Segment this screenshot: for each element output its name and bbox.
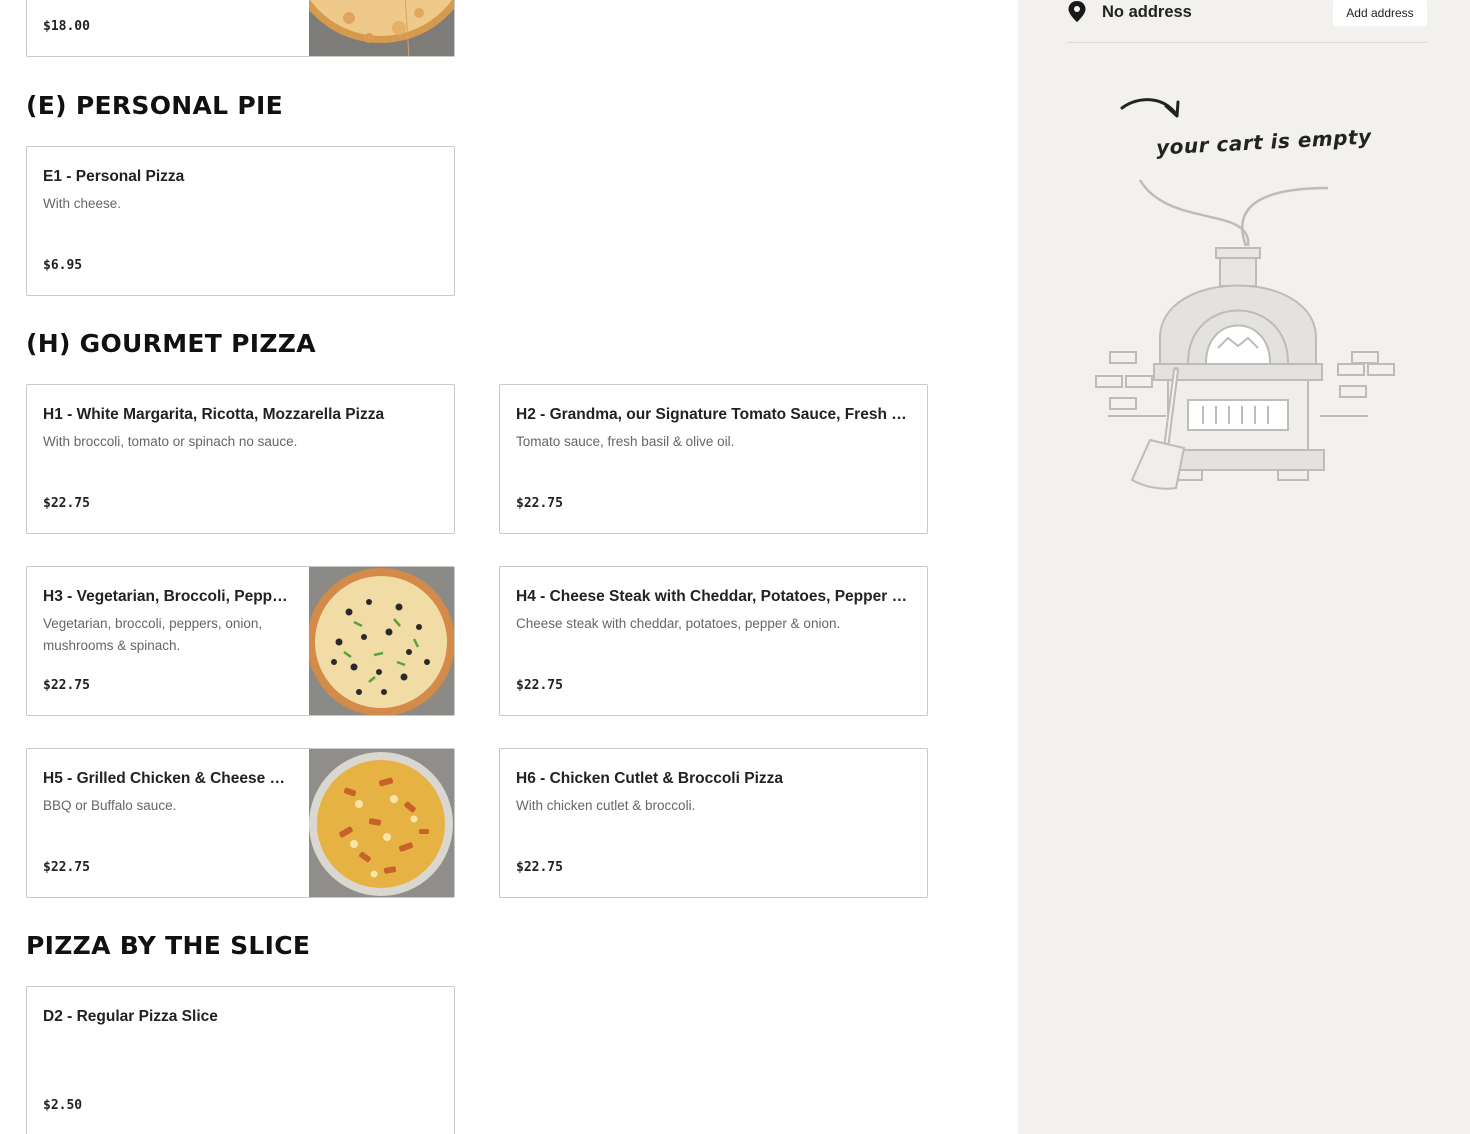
pizza-photo [309,749,454,897]
item-price: $22.75 [43,678,90,693]
item-price: $22.75 [516,860,563,875]
item-name: H6 - Chicken Cutlet & Broccoli Pizza [516,770,783,787]
item-price: $6.95 [43,258,83,273]
menu-item-card-h4[interactable]: H4 - Cheese Steak with Cheddar, Potatoes… [499,566,928,716]
item-description: Vegetarian, broccoli, peppers, onion, mu… [43,616,263,653]
item-description: Tomato sauce, fresh basil & olive oil. [516,434,735,449]
item-name: H3 - Vegetarian, Broccoli, Peppers, Onio… [43,588,294,605]
menu-item-card-h5[interactable]: H5 - Grilled Chicken & Cheese Pizza BBQ … [26,748,455,898]
item-description: With chicken cutlet & broccoli. [516,798,696,813]
address-text: No address [1102,3,1192,21]
item-description: Cheese steak with cheddar, potatoes, pep… [516,616,841,631]
menu-item-card-h6[interactable]: H6 - Chicken Cutlet & Broccoli Pizza Wit… [499,748,928,898]
section-title-personal-pie: (E) PERSONAL PIE [26,91,283,120]
menu-item-card-h2[interactable]: H2 - Grandma, our Signature Tomato Sauce… [499,384,928,534]
item-description: BBQ or Buffalo sauce. [43,798,177,813]
pizza-photo [309,0,454,56]
item-price: $22.75 [516,496,563,511]
menu-item-card-e1[interactable]: E1 - Personal Pizza With cheese. $6.95 [26,146,455,296]
item-description: With cheese. [43,196,122,211]
pizza-photo [309,567,454,715]
menu-item-card-h1[interactable]: H1 - White Margarita, Ricotta, Mozzarell… [26,384,455,534]
section-title-pizza-by-the-slice: PIZZA BY THE SLICE [26,931,311,960]
item-name: H4 - Cheese Steak with Cheddar, Potatoes… [516,588,911,605]
item-name: D2 - Regular Pizza Slice [43,1008,218,1025]
cart-sidebar: No address Add address your cart is empt… [1018,0,1470,1134]
section-title-gourmet-pizza: (H) GOURMET PIZZA [26,329,316,358]
item-price: $22.75 [516,678,563,693]
item-price: $22.75 [43,860,90,875]
map-pin-icon [1068,1,1086,22]
item-price: $2.50 [43,1098,83,1113]
menu-item-card[interactable]: $18.00 [26,0,455,57]
menu-panel: $18.00 (E) PERSONAL PIE E1 - Personal Pi… [0,0,1018,1134]
add-address-button[interactable]: Add address [1333,0,1427,26]
item-name: H5 - Grilled Chicken & Cheese Pizza [43,770,294,787]
menu-item-card-h3[interactable]: H3 - Vegetarian, Broccoli, Peppers, Onio… [26,566,455,716]
menu-item-card-d2[interactable]: D2 - Regular Pizza Slice $2.50 [26,986,455,1134]
item-name: H2 - Grandma, our Signature Tomato Sauce… [516,406,911,423]
item-name: E1 - Personal Pizza [43,168,185,185]
item-description: With broccoli, tomato or spinach no sauc… [43,434,298,449]
delivery-address-row: No address Add address [1067,0,1427,43]
item-price: $18.00 [43,19,90,34]
item-price: $22.75 [43,496,90,511]
item-name: H1 - White Margarita, Ricotta, Mozzarell… [43,406,385,423]
